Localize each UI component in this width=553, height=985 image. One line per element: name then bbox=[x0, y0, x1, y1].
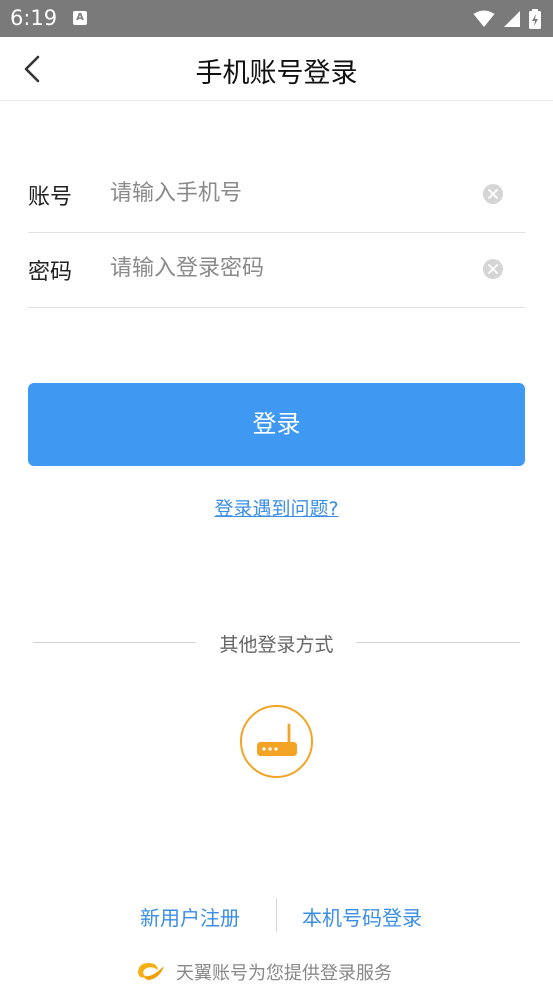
router-login-button[interactable] bbox=[240, 705, 313, 778]
wifi-icon bbox=[473, 10, 495, 27]
account-row: 账号 bbox=[28, 157, 525, 233]
status-bar: 6:19 A bbox=[0, 0, 553, 37]
account-input[interactable] bbox=[110, 171, 470, 215]
link-separator bbox=[276, 898, 277, 932]
login-problem-link[interactable]: 登录遇到问题? bbox=[0, 494, 553, 521]
password-label: 密码 bbox=[28, 260, 73, 285]
account-clear-button[interactable] bbox=[483, 184, 503, 204]
status-icons bbox=[469, 8, 541, 30]
password-row: 密码 bbox=[28, 232, 525, 308]
status-time: 6:19 bbox=[10, 6, 58, 30]
register-link[interactable]: 新用户注册 bbox=[140, 902, 240, 931]
close-icon bbox=[488, 189, 498, 199]
page-title: 手机账号登录 bbox=[195, 58, 358, 89]
battery-icon bbox=[529, 8, 541, 29]
signal-icon bbox=[503, 10, 520, 27]
account-label: 账号 bbox=[28, 185, 73, 210]
footer: 天翼账号为您提供登录服务 bbox=[0, 958, 553, 984]
login-button[interactable]: 登录 bbox=[28, 383, 525, 466]
divider-right bbox=[356, 642, 520, 643]
other-login-title: 其他登录方式 bbox=[219, 634, 334, 656]
router-icon bbox=[257, 723, 297, 756]
footer-text: 天翼账号为您提供登录服务 bbox=[176, 963, 392, 984]
local-number-login-link[interactable]: 本机号码登录 bbox=[302, 902, 422, 931]
close-icon bbox=[488, 264, 498, 274]
nav-bar: 手机账号登录 bbox=[0, 37, 553, 101]
bottom-links: 新用户注册 本机号码登录 bbox=[0, 898, 553, 932]
notification-icon: A bbox=[73, 11, 87, 25]
password-input[interactable] bbox=[110, 246, 470, 290]
password-clear-button[interactable] bbox=[483, 259, 503, 279]
tianyi-logo-icon bbox=[138, 963, 164, 980]
